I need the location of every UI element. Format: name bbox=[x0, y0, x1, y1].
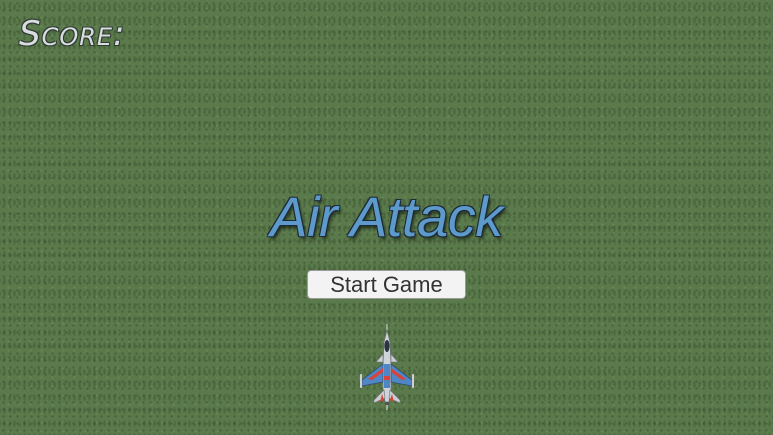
game-title: Air Attack bbox=[270, 185, 503, 248]
fighter-jet-icon bbox=[359, 324, 415, 410]
score-label: Score: bbox=[19, 14, 126, 54]
game-screen: Score: Air Attack Start Game bbox=[0, 0, 773, 435]
start-game-button[interactable]: Start Game bbox=[307, 270, 466, 299]
